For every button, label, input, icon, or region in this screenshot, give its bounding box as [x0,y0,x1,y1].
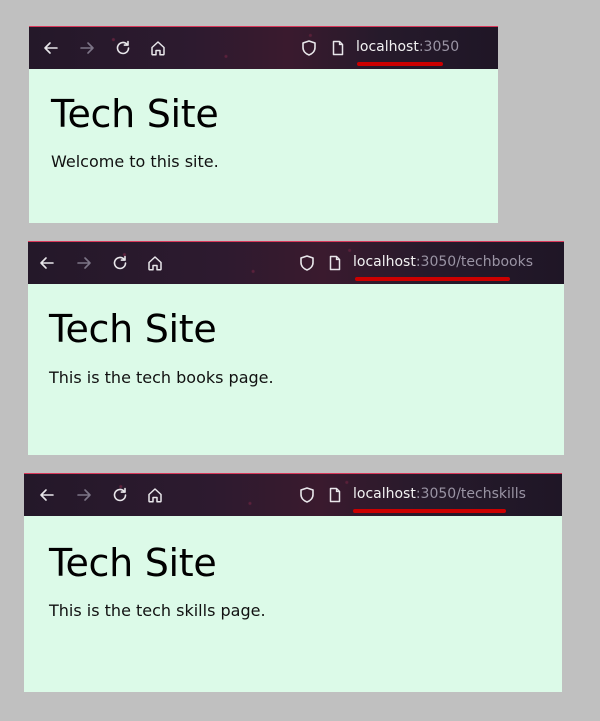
shield-icon[interactable] [297,253,317,273]
home-icon[interactable] [145,253,165,273]
reload-icon[interactable] [110,253,130,273]
url-host: localhost [356,39,419,55]
page-title: Tech Site [51,92,219,136]
reload-icon[interactable] [113,38,133,58]
back-arrow-icon[interactable] [37,485,57,505]
browser-toolbar: localhost:3050 [29,27,498,69]
url-highlight-underline [357,62,443,66]
forward-arrow-icon[interactable] [77,38,97,58]
url-highlight-underline [353,509,506,513]
page-icon [325,485,345,505]
page-title: Tech Site [49,541,217,585]
forward-arrow-icon[interactable] [74,485,94,505]
page-icon [325,253,345,273]
back-arrow-icon[interactable] [37,253,57,273]
url-bar[interactable]: localhost:3050/techbooks [353,254,533,270]
url-path: :3050/techskills [415,486,526,502]
shield-icon[interactable] [299,38,319,58]
page-content: Tech Site This is the tech books page. [28,284,564,455]
browser-window-2: localhost:3050/techbooks Tech Site This … [28,241,564,455]
page-paragraph: This is the tech skills page. [49,601,266,620]
browser-window-1: localhost:3050 Tech Site Welcome to this… [29,26,498,223]
page-paragraph: Welcome to this site. [51,152,219,171]
shield-icon[interactable] [297,485,317,505]
back-arrow-icon[interactable] [41,38,61,58]
home-icon[interactable] [145,485,165,505]
browser-window-3: localhost:3050/techskills Tech Site This… [24,473,562,692]
browser-toolbar: localhost:3050/techbooks [28,242,564,284]
url-host: localhost [353,486,416,502]
page-paragraph: This is the tech books page. [49,368,274,387]
url-bar[interactable]: localhost:3050 [356,39,459,55]
browser-toolbar: localhost:3050/techskills [24,474,562,516]
page-content: Tech Site This is the tech skills page. [24,516,562,692]
home-icon[interactable] [148,38,168,58]
forward-arrow-icon[interactable] [74,253,94,273]
page-icon [328,38,348,58]
page-title: Tech Site [49,307,217,351]
url-path: :3050/techbooks [415,254,533,270]
reload-icon[interactable] [110,485,130,505]
url-highlight-underline [355,277,510,281]
url-host: localhost [353,254,416,270]
url-bar[interactable]: localhost:3050/techskills [353,486,526,502]
page-content: Tech Site Welcome to this site. [29,69,498,223]
url-path: :3050 [418,39,460,55]
